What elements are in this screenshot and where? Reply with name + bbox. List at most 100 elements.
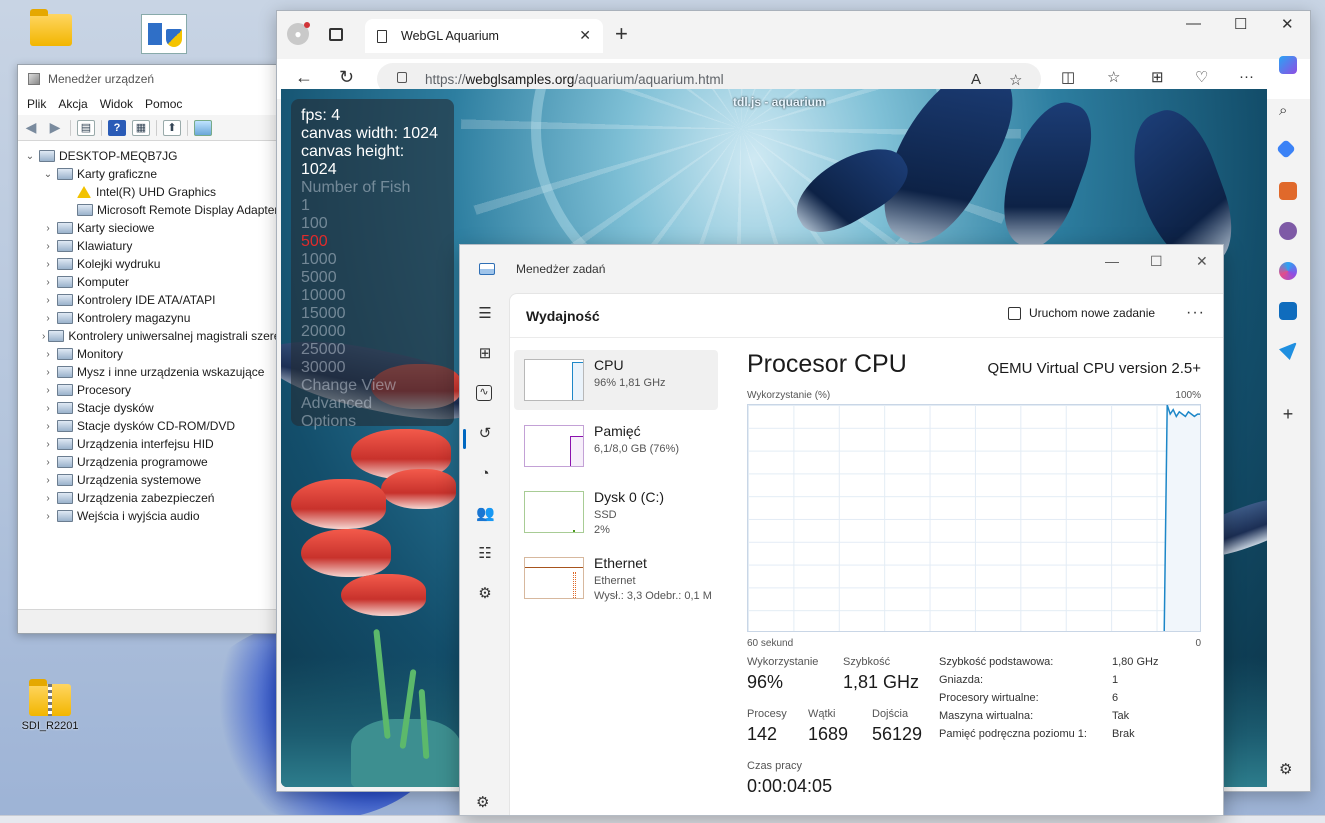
drop-icon[interactable] <box>1279 342 1297 360</box>
tree-item-intel-uhd[interactable]: Intel(R) UHD Graphics <box>18 183 278 201</box>
collections-icon[interactable]: ⊞ <box>1151 68 1164 86</box>
more-options-icon[interactable]: ··· <box>1186 304 1205 322</box>
split-screen-icon[interactable]: ◫ <box>1061 68 1075 86</box>
view-resources-icon[interactable]: ▦ <box>132 119 150 136</box>
search-icon[interactable]: ⌕ <box>1279 102 1297 120</box>
tree-item[interactable]: › Kontrolery magazynu <box>18 309 278 327</box>
chevron-right-icon[interactable]: › <box>42 511 54 522</box>
tree-item[interactable]: › Stacje dysków <box>18 399 278 417</box>
tree-item[interactable]: › Kontrolery IDE ATA/ATAPI <box>18 291 278 309</box>
fish-count-option[interactable]: 10000 <box>301 287 444 305</box>
chevron-right-icon[interactable]: › <box>42 331 45 342</box>
menu-view[interactable]: Widok <box>100 97 133 111</box>
device-card-cpu[interactable]: CPU 96% 1,81 GHz <box>514 350 718 410</box>
properties-icon[interactable]: ▤ <box>77 119 95 136</box>
tree-item[interactable]: › Urządzenia systemowe <box>18 471 278 489</box>
device-card-disk[interactable]: Dysk 0 (C:) SSD 2% <box>514 482 718 542</box>
tools-icon[interactable] <box>1279 182 1297 200</box>
help-icon[interactable]: ? <box>108 119 126 136</box>
chevron-right-icon[interactable]: › <box>42 385 54 396</box>
desktop-zip-folder[interactable]: SDI_R2201 <box>20 679 80 732</box>
scan-hardware-icon[interactable] <box>194 119 212 136</box>
fish-count-option[interactable]: 30000 <box>301 359 444 377</box>
fish-count-option[interactable]: 1 <box>301 197 444 215</box>
back-arrow-icon[interactable]: ◀ <box>22 119 40 136</box>
browser-essentials-icon[interactable]: ♡ <box>1195 68 1208 86</box>
device-card-memory[interactable]: Pamięć 6,1/8,0 GB (76%) <box>514 416 718 476</box>
chevron-right-icon[interactable]: › <box>42 367 54 378</box>
fish-count-option[interactable]: 500 <box>301 233 444 251</box>
microsoft-365-icon[interactable] <box>1279 262 1297 280</box>
favorite-star-icon[interactable]: ☆ <box>1009 71 1022 89</box>
processes-icon[interactable]: ⊞ <box>476 345 494 363</box>
profile-avatar[interactable]: ● <box>287 22 310 45</box>
options-link[interactable]: Options <box>301 413 444 431</box>
tree-item[interactable]: › Monitory <box>18 345 278 363</box>
fish-count-option[interactable]: 5000 <box>301 269 444 287</box>
tree-item-graphics[interactable]: ⌄ Karty graficzne <box>18 165 278 183</box>
tree-item[interactable]: › Procesory <box>18 381 278 399</box>
copilot-icon[interactable] <box>1279 56 1297 74</box>
maximize-icon[interactable]: ☐ <box>1150 253 1163 270</box>
chevron-right-icon[interactable]: › <box>42 313 54 324</box>
tab-webgl-aquarium[interactable]: WebGL Aquarium ✕ <box>365 19 603 53</box>
back-icon[interactable]: ← <box>295 67 313 88</box>
hamburger-menu-icon[interactable]: ☰ <box>476 305 494 323</box>
details-icon[interactable]: ☷ <box>476 545 494 563</box>
maximize-icon[interactable]: ☐ <box>1234 15 1247 33</box>
tree-item-remote-display[interactable]: Microsoft Remote Display Adapter <box>18 201 278 219</box>
shopping-tag-icon[interactable] <box>1276 139 1296 159</box>
tree-item[interactable]: › Urządzenia programowe <box>18 453 278 471</box>
app-history-icon[interactable]: ↺ <box>476 425 494 443</box>
chevron-right-icon[interactable]: › <box>42 439 54 450</box>
performance-icon[interactable]: ∿ <box>476 385 492 401</box>
tree-item[interactable]: › Urządzenia interfejsu HID <box>18 435 278 453</box>
more-menu-icon[interactable]: ··· <box>1239 68 1254 85</box>
outlook-icon[interactable] <box>1279 302 1297 320</box>
fish-count-option[interactable]: 25000 <box>301 341 444 359</box>
chevron-down-icon[interactable]: ⌄ <box>42 169 54 180</box>
chevron-right-icon[interactable]: › <box>42 277 54 288</box>
tree-item[interactable]: › Wejścia i wyjścia audio <box>18 507 278 525</box>
new-tab-button[interactable]: + <box>615 21 628 47</box>
chevron-right-icon[interactable]: › <box>42 241 54 252</box>
tab-actions-icon[interactable] <box>329 28 343 41</box>
chevron-right-icon[interactable]: › <box>42 349 54 360</box>
menu-action[interactable]: Akcja <box>58 97 87 111</box>
games-icon[interactable] <box>1279 222 1297 240</box>
minimize-icon[interactable]: — <box>1186 15 1201 32</box>
chevron-right-icon[interactable]: › <box>42 223 54 234</box>
chevron-right-icon[interactable]: › <box>42 421 54 432</box>
chevron-right-icon[interactable]: › <box>42 493 54 504</box>
close-window-icon[interactable]: ✕ <box>1196 253 1208 270</box>
close-window-icon[interactable]: ✕ <box>1281 15 1294 33</box>
add-icon[interactable]: + <box>1279 404 1297 424</box>
tree-item[interactable]: › Mysz i inne urządzenia wskazujące <box>18 363 278 381</box>
settings-gear-icon[interactable]: ⚙ <box>1279 760 1297 778</box>
minimize-icon[interactable]: — <box>1105 253 1119 269</box>
change-view-link[interactable]: Change View <box>301 377 444 395</box>
fish-count-option[interactable]: 1000 <box>301 251 444 269</box>
users-icon[interactable]: 👥 <box>476 505 495 523</box>
tree-item[interactable]: › Karty sieciowe <box>18 219 278 237</box>
desktop-folder-icon[interactable] <box>21 9 81 46</box>
read-aloud-icon[interactable]: A <box>971 71 981 88</box>
tree-item[interactable]: › Kontrolery uniwersalnej magistrali szer… <box>18 327 278 345</box>
chevron-down-icon[interactable]: ⌄ <box>24 151 36 162</box>
advanced-link[interactable]: Advanced <box>301 395 444 413</box>
chevron-right-icon[interactable]: › <box>42 457 54 468</box>
menu-file[interactable]: Plik <box>27 97 46 111</box>
services-icon[interactable]: ⚙ <box>476 585 494 603</box>
fish-count-option[interactable]: 100 <box>301 215 444 233</box>
tree-item[interactable]: › Komputer <box>18 273 278 291</box>
favorites-icon[interactable]: ☆ <box>1107 68 1120 86</box>
fish-count-option[interactable]: 15000 <box>301 305 444 323</box>
settings-icon[interactable]: ⚙ <box>476 793 489 811</box>
tree-item[interactable]: › Stacje dysków CD-ROM/DVD <box>18 417 278 435</box>
chevron-right-icon[interactable]: › <box>42 295 54 306</box>
tree-root[interactable]: ⌄ DESKTOP-MEQB7JG <box>18 147 278 165</box>
fish-count-option[interactable]: 20000 <box>301 323 444 341</box>
tree-item[interactable]: › Klawiatury <box>18 237 278 255</box>
close-tab-icon[interactable]: ✕ <box>579 27 591 44</box>
update-driver-icon[interactable]: ⬆ <box>163 119 181 136</box>
